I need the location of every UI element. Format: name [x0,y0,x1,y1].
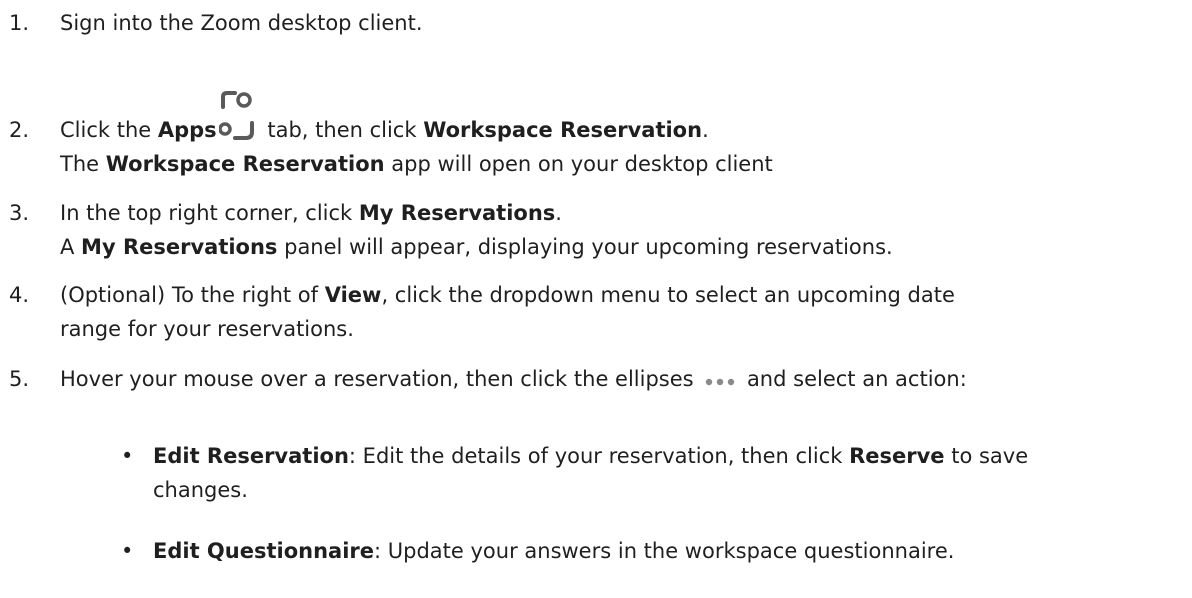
bullet-edit-questionnaire: • Edit Questionnaire: Update your answer… [121,534,1173,568]
step-text: In the top right corner, click My Reserv… [60,201,893,259]
step-text: Sign into the Zoom desktop client. [60,11,423,35]
bullet-edit-reservation: • Edit Reservation: Edit the details of … [121,439,1173,507]
step-text: Click the Apps tab, then click Workspace… [60,91,773,181]
step-number: 2. [9,118,30,142]
bullet-marker: • [121,444,134,468]
apps-label: Apps [157,118,217,142]
workspace-reservation-label: Workspace Reservation [423,118,703,142]
step-number: 1. [9,11,30,35]
step-text: (Optional) To the right of View, click t… [60,283,955,341]
apps-icon [218,91,259,147]
ellipsis-icon [704,363,736,397]
step-number: 3. [9,201,30,225]
step-text: Hover your mouse over a reservation, the… [60,362,967,397]
step-number: 4. [9,283,30,307]
step-number: 5. [9,367,30,391]
bullet-marker: • [121,539,134,563]
